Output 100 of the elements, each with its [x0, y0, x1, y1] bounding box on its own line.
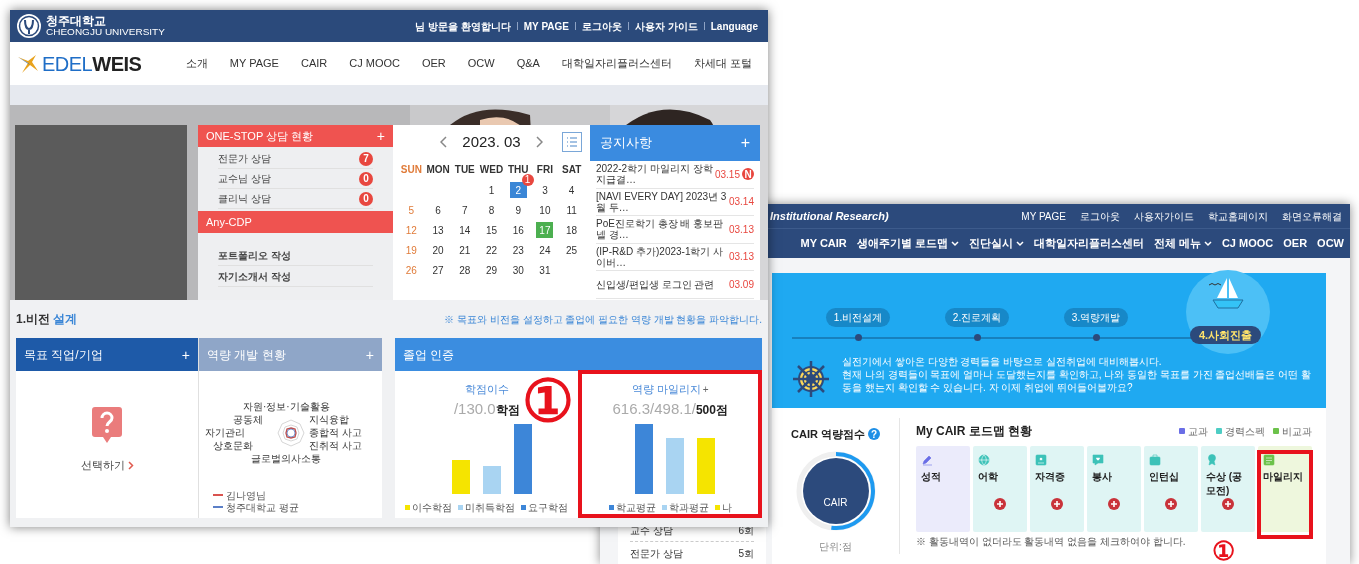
- nav-item[interactable]: 차세대 포털: [693, 55, 752, 72]
- list-item[interactable]: 포트폴리오 작성: [218, 247, 291, 263]
- radar-label: 글로벌의사소통: [251, 453, 321, 465]
- step-tab[interactable]: 3.역량개발: [1064, 308, 1128, 327]
- nav-item[interactable]: OCW: [1317, 235, 1344, 252]
- notice-link[interactable]: PoE진로학기 총장 배 홍보판넬 경…: [596, 218, 727, 241]
- roadmap-card[interactable]: 자격증: [1030, 446, 1084, 532]
- calendar-day[interactable]: 13: [429, 222, 447, 238]
- calendar-day[interactable]: 16: [509, 222, 527, 238]
- add-button[interactable]: +: [740, 135, 750, 151]
- step-tab[interactable]: 2.진로계획: [945, 308, 1009, 327]
- radar-label: 공동체: [233, 414, 263, 426]
- calendar-day[interactable]: 3: [536, 182, 554, 198]
- calendar-day[interactable]: 18: [563, 222, 581, 238]
- nav-item[interactable]: 대학일자리플러스센터: [1033, 235, 1144, 252]
- nav-item[interactable]: CJ MOOC: [349, 55, 400, 72]
- list-item[interactable]: 전문가 상담: [218, 151, 271, 166]
- calendar-day[interactable]: 8: [483, 202, 500, 218]
- nav-item[interactable]: CAIR: [300, 55, 328, 72]
- add-icon[interactable]: [1165, 498, 1177, 510]
- header-link[interactable]: 학교홈페이지: [1208, 208, 1268, 224]
- nav-item[interactable]: 대학일자리플러스센터: [561, 55, 672, 72]
- calendar-day[interactable]: 28: [456, 262, 474, 278]
- roadmap-card[interactable]: 인턴십: [1144, 446, 1198, 532]
- step-tab[interactable]: 4.사회진출: [1190, 326, 1262, 344]
- legend-label: 학교평균: [615, 501, 656, 515]
- calendar-day[interactable]: 25: [563, 242, 581, 258]
- header-link[interactable]: 사용자 가이드: [635, 18, 698, 34]
- calendar-day[interactable]: 22: [483, 242, 500, 258]
- list-item[interactable]: 교수님 상담: [218, 171, 271, 186]
- header-link[interactable]: MY PAGE: [523, 18, 569, 34]
- roadmap-card[interactable]: 성적: [916, 446, 970, 532]
- notice-link[interactable]: 2022-2학기 마일리지 장학 지급결…: [596, 163, 713, 186]
- add-icon[interactable]: [1051, 498, 1063, 510]
- roadmap-card[interactable]: 어학: [973, 446, 1027, 532]
- calendar-day[interactable]: 10: [536, 202, 554, 218]
- nav-item[interactable]: Q&A: [516, 55, 540, 72]
- calendar-day[interactable]: 24: [536, 242, 554, 258]
- calendar-day[interactable]: 4: [563, 182, 581, 198]
- header-link[interactable]: 화면오류해결: [1282, 208, 1342, 224]
- calendar-day[interactable]: 20: [429, 242, 447, 258]
- nav-item[interactable]: 진단실시: [968, 235, 1024, 252]
- calendar-day[interactable]: 15: [483, 222, 500, 238]
- add-icon[interactable]: [994, 498, 1006, 510]
- calendar-day[interactable]: 31: [536, 262, 554, 278]
- list-item[interactable]: 클리닉 상담: [218, 191, 271, 206]
- select-link[interactable]: 선택하기: [80, 457, 134, 474]
- nav-item[interactable]: CJ MOOC: [1221, 235, 1274, 252]
- callout-number: ①: [522, 372, 574, 430]
- calendar-day[interactable]: 11: [563, 202, 581, 218]
- calendar-day[interactable]: 23: [509, 242, 527, 258]
- calendar-day[interactable]: 14: [456, 222, 474, 238]
- roadmap-card[interactable]: 수상 (공모전): [1201, 446, 1255, 532]
- list-icon[interactable]: [562, 132, 582, 152]
- add-icon[interactable]: [1108, 498, 1120, 510]
- roadmap-title: My CAIR 로드맵 현황: [916, 423, 1032, 440]
- add-button[interactable]: +: [702, 381, 709, 397]
- calendar-day[interactable]: 27: [429, 262, 447, 278]
- emblem-icon: [16, 13, 42, 39]
- chevron-left-icon[interactable]: [440, 136, 449, 148]
- roadmap-card[interactable]: 봉사: [1087, 446, 1141, 532]
- category-icon: [921, 454, 933, 466]
- add-icon[interactable]: [1222, 498, 1234, 510]
- weekday-label: WED: [478, 163, 505, 177]
- nav-item[interactable]: 전체 메뉴: [1153, 235, 1212, 252]
- list-item[interactable]: 자기소개서 작성: [218, 268, 291, 284]
- header-link[interactable]: Language: [710, 18, 758, 34]
- calendar-day[interactable]: 7: [456, 202, 474, 218]
- calendar-day[interactable]: 2: [509, 182, 527, 198]
- calendar-day[interactable]: 30: [509, 262, 527, 278]
- new-badge: N: [742, 168, 754, 181]
- notice-link[interactable]: (IP-R&D 추가)2023-1학기 사이버…: [596, 245, 727, 268]
- banner-message: 현재 나의 경력들이 목표에 얼마나 도달했는지를 확인하고, 나와 동일한 목표를 가진 졸업선배들은 어떤 활동을 했는지 확인할 수 있습니다. 자 이제 취업에 뛰어들어볼까요?: [842, 368, 1312, 394]
- notice-link[interactable]: [NAVI EVERY DAY] 2023년 3월 두…: [596, 190, 727, 213]
- nav-item[interactable]: OER: [421, 55, 446, 72]
- calendar-day[interactable]: 9: [509, 202, 527, 218]
- legend-label: 이수학점: [412, 501, 453, 515]
- nav-item[interactable]: OCW: [467, 55, 495, 72]
- calendar-day[interactable]: 29: [483, 262, 500, 278]
- nav-item[interactable]: MY PAGE: [229, 55, 279, 72]
- logo-text: 청주대학교: [46, 15, 107, 27]
- nav-item[interactable]: 소개: [185, 55, 208, 72]
- notice-date: 03.15: [714, 167, 740, 182]
- nav-item[interactable]: MY CAIR: [800, 235, 847, 252]
- radar-label: 상호문화: [213, 440, 253, 452]
- calendar-day[interactable]: 6: [429, 202, 447, 218]
- step-tab[interactable]: 1.비전설계: [826, 308, 890, 327]
- header-link[interactable]: 사용자가이드: [1134, 208, 1194, 224]
- header-link[interactable]: 로그아웃: [1080, 208, 1120, 224]
- notice-link[interactable]: 신입생/편입생 로그인 관련: [596, 278, 727, 290]
- nav-item[interactable]: OER: [1283, 235, 1308, 252]
- header-link[interactable]: 님 방문을 환영합니다: [415, 18, 511, 34]
- calendar-day[interactable]: 21: [456, 242, 474, 258]
- calendar-day[interactable]: 1: [483, 182, 500, 198]
- add-button[interactable]: +: [181, 347, 190, 362]
- header-link[interactable]: MY PAGE: [1021, 208, 1066, 224]
- nav-item[interactable]: 생애주기별 로드맵: [856, 235, 959, 252]
- header-link[interactable]: 로그아웃: [582, 18, 622, 34]
- legend-label: 요구학점: [528, 501, 569, 515]
- chevron-right-icon[interactable]: [534, 136, 543, 148]
